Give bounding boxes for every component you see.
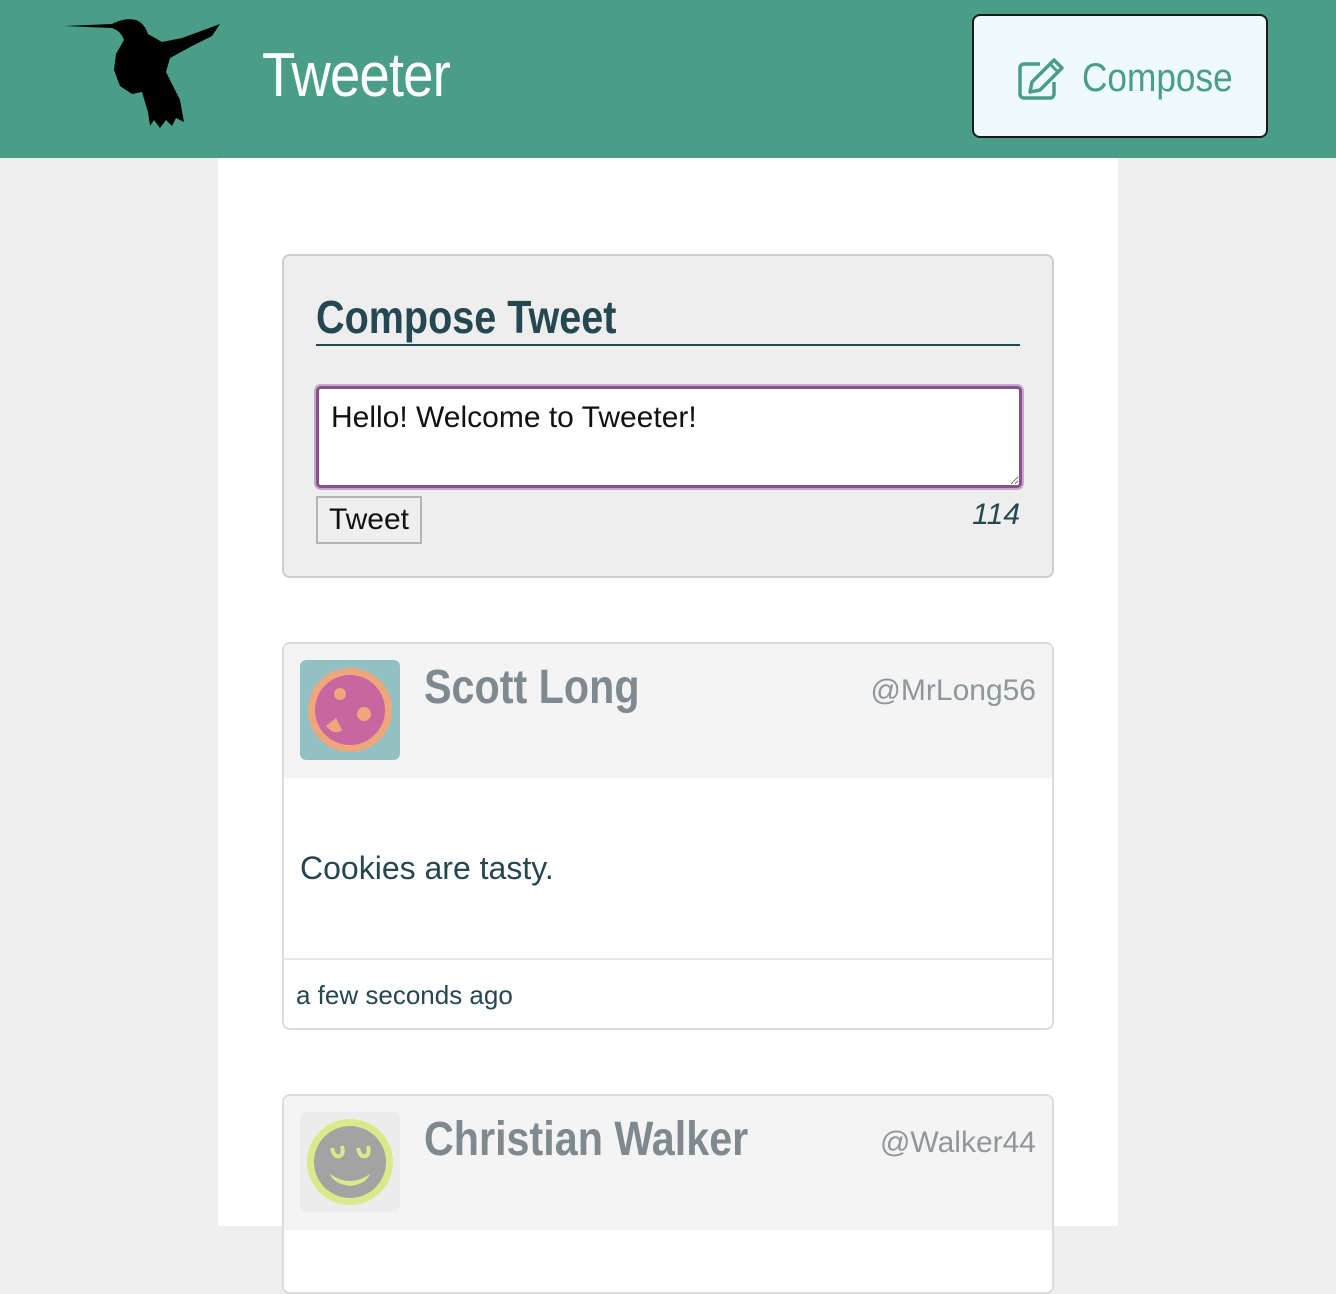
tweet-submit-button[interactable]: Tweet: [316, 496, 422, 544]
tweet-timestamp: a few seconds ago: [296, 980, 513, 1010]
tweet-author-name: Scott Long: [424, 661, 640, 714]
tweet-header: Christian Walker @Walker44: [284, 1096, 1052, 1230]
edit-icon: [1018, 58, 1064, 100]
main-container: Compose Tweet Hello! Welcome to Tweeter!…: [218, 158, 1118, 1294]
user-avatar: [300, 1112, 400, 1212]
top-nav: Tweeter Compose: [0, 0, 1336, 158]
tweet-footer: a few seconds ago: [284, 958, 1052, 1028]
char-counter: 114: [972, 498, 1020, 531]
tweet-header: Scott Long @MrLong56: [284, 644, 1052, 778]
user-avatar: [300, 660, 400, 760]
heading-divider: [316, 344, 1020, 346]
tweet-author-name: Christian Walker: [424, 1113, 749, 1166]
new-tweet-form: Compose Tweet Hello! Welcome to Tweeter!…: [282, 254, 1054, 578]
hummingbird-logo-icon: [64, 19, 220, 128]
tweet-text-input[interactable]: Hello! Welcome to Tweeter!: [316, 386, 1022, 488]
compose-button[interactable]: Compose: [972, 14, 1268, 138]
tweet-author-handle: @Walker44: [879, 1126, 1036, 1159]
tweet-card: Scott Long @MrLong56 Cookies are tasty. …: [282, 642, 1054, 1030]
tweet-author-handle: @MrLong56: [870, 674, 1036, 707]
compose-button-label: Compose: [1082, 56, 1233, 100]
compose-tweet-heading: Compose Tweet: [316, 291, 617, 343]
tweet-card: Christian Walker @Walker44: [282, 1094, 1054, 1294]
tweet-content: Cookies are tasty.: [300, 850, 554, 886]
brand-title[interactable]: Tweeter: [262, 40, 451, 111]
